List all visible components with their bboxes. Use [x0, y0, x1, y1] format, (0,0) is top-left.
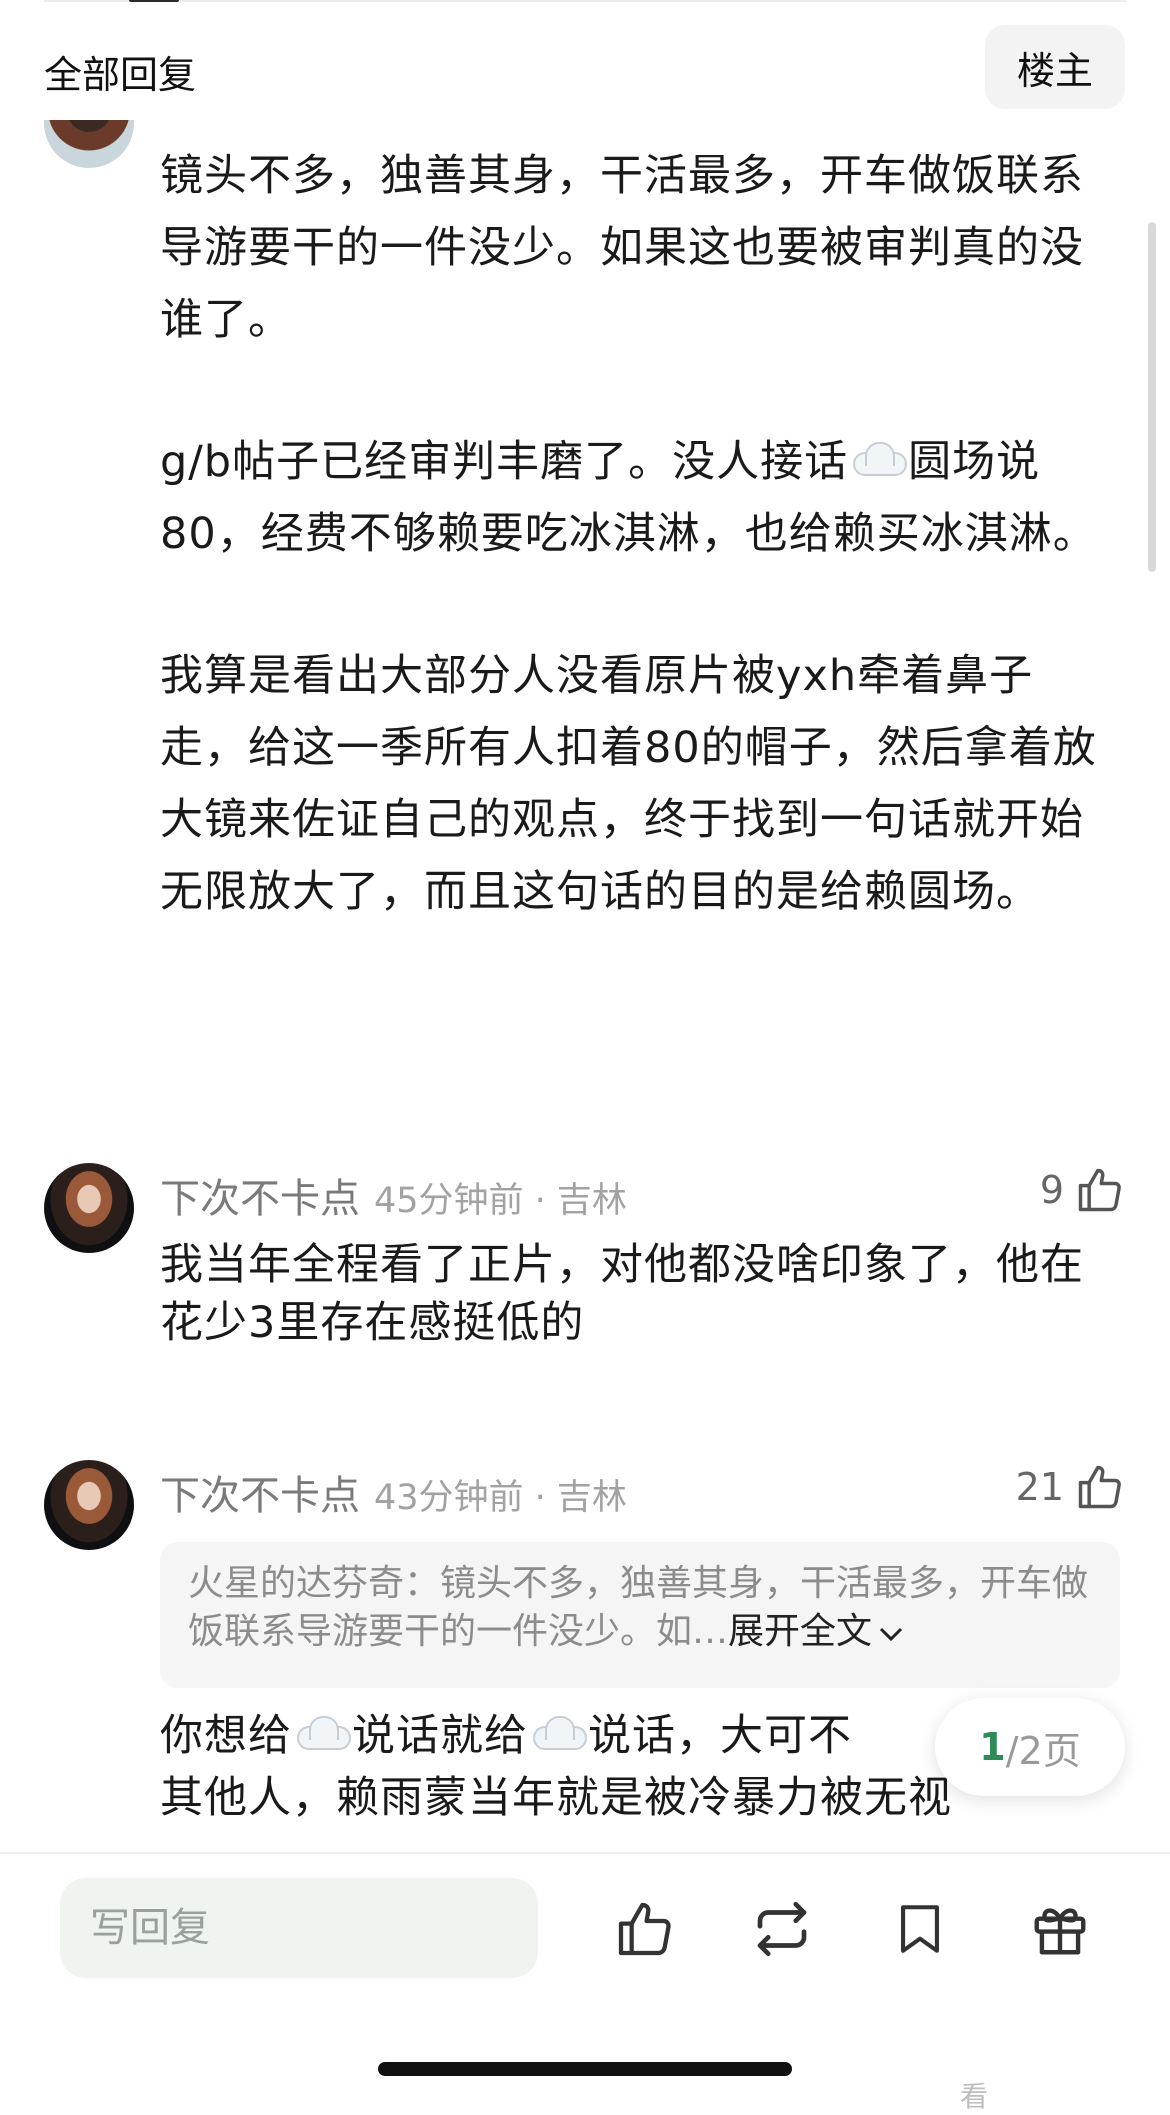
watermark: 看 — [960, 2080, 989, 2113]
avatar[interactable] — [44, 1163, 134, 1253]
total-pages: /2页 — [1005, 1728, 1081, 1773]
avatar[interactable] — [44, 1460, 134, 1550]
page-indicator[interactable]: 1/2页 — [935, 1698, 1125, 1796]
thumb-up-icon — [1078, 1168, 1121, 1212]
op-only-button[interactable]: 楼主 — [985, 25, 1125, 109]
cloud-emoji — [531, 1716, 587, 1752]
comment-text-segment: 我算是看出大部分人没看原片被yxh牵着鼻子走，给这一季所有人扣着80的帽子，然后… — [160, 651, 1097, 917]
like-button[interactable]: 9 — [1040, 1164, 1126, 1216]
like-button[interactable]: 21 — [1016, 1461, 1126, 1513]
reply-meta: 下次不卡点 43分钟前 · 吉林 — [160, 1463, 627, 1521]
reply-input[interactable] — [60, 1878, 538, 1978]
comment-text-segment: 你想给 — [160, 1711, 292, 1761]
timestamp: 43分钟前 · 吉林 — [374, 1478, 627, 1518]
divider — [0, 1852, 1170, 1854]
reply-meta: 下次不卡点 45分钟前 · 吉林 — [160, 1166, 627, 1224]
header: 全部回复 楼主 — [0, 0, 1170, 140]
comment-paragraph: g/b帖子已经审判丰磨了。没人接话 圆场说80，经费不够赖要吃冰淇淋，也给赖买冰淇… — [160, 426, 1120, 570]
username[interactable]: 下次不卡点 — [160, 1176, 360, 1222]
repost-icon[interactable] — [747, 1894, 817, 1964]
username[interactable]: 下次不卡点 — [160, 1473, 360, 1519]
timestamp: 45分钟前 · 吉林 — [374, 1181, 627, 1221]
home-indicator[interactable] — [378, 2062, 792, 2076]
thumb-up-icon — [1078, 1465, 1121, 1509]
comment-text-segment: 说话，大可不 — [588, 1711, 852, 1761]
avatar[interactable] — [44, 120, 134, 168]
current-page: 1 — [979, 1725, 1006, 1769]
comment-paragraph: 镜头不多，独善其身，干活最多，开车做饭联系导游要干的一件没少。如果这也要被审判真… — [160, 140, 1120, 356]
comment-text-segment: g/b帖子已经审判丰磨了。没人接话 — [160, 437, 849, 487]
comment-text-segment: 说话就给 — [352, 1711, 528, 1761]
cloud-emoji — [295, 1716, 351, 1752]
comment-paragraph: 我算是看出大部分人没看原片被yxh牵着鼻子走，给这一季所有人扣着80的帽子，然后… — [160, 640, 1120, 928]
expand-full-text-link[interactable]: 展开全文 — [728, 1611, 906, 1652]
scrollbar[interactable] — [1148, 222, 1156, 572]
quoted-comment[interactable]: 火星的达芬奇：镜头不多，独善其身，干活最多，开车做饭联系导游要干的一件没少。如…… — [160, 1542, 1120, 1688]
reply-text: 我当年全程看了正片，对他都没啥印象了，他在花少3里存在感挺低的 — [160, 1240, 1084, 1348]
comment-text-segment: 镜头不多，独善其身，干活最多，开车做饭联系导游要干的一件没少。如果这也要被审判真… — [160, 151, 1084, 345]
cloud-emoji — [851, 442, 908, 478]
page-title: 全部回复 — [44, 53, 197, 97]
bookmark-icon[interactable] — [885, 1894, 955, 1964]
like-count: 9 — [1039, 1168, 1064, 1212]
quote-text: 火星的达芬奇：镜头不多，独善其身，干活最多，开车做饭联系导游要干的一件没少。如… — [188, 1563, 1089, 1652]
chevron-down-icon — [879, 1627, 903, 1642]
like-count: 21 — [1015, 1465, 1064, 1509]
like-icon[interactable] — [610, 1894, 680, 1964]
gift-icon[interactable] — [1025, 1894, 1095, 1964]
main-comment: 镜头不多，独善其身，干活最多，开车做饭联系导游要干的一件没少。如果这也要被审判真… — [160, 140, 1120, 928]
